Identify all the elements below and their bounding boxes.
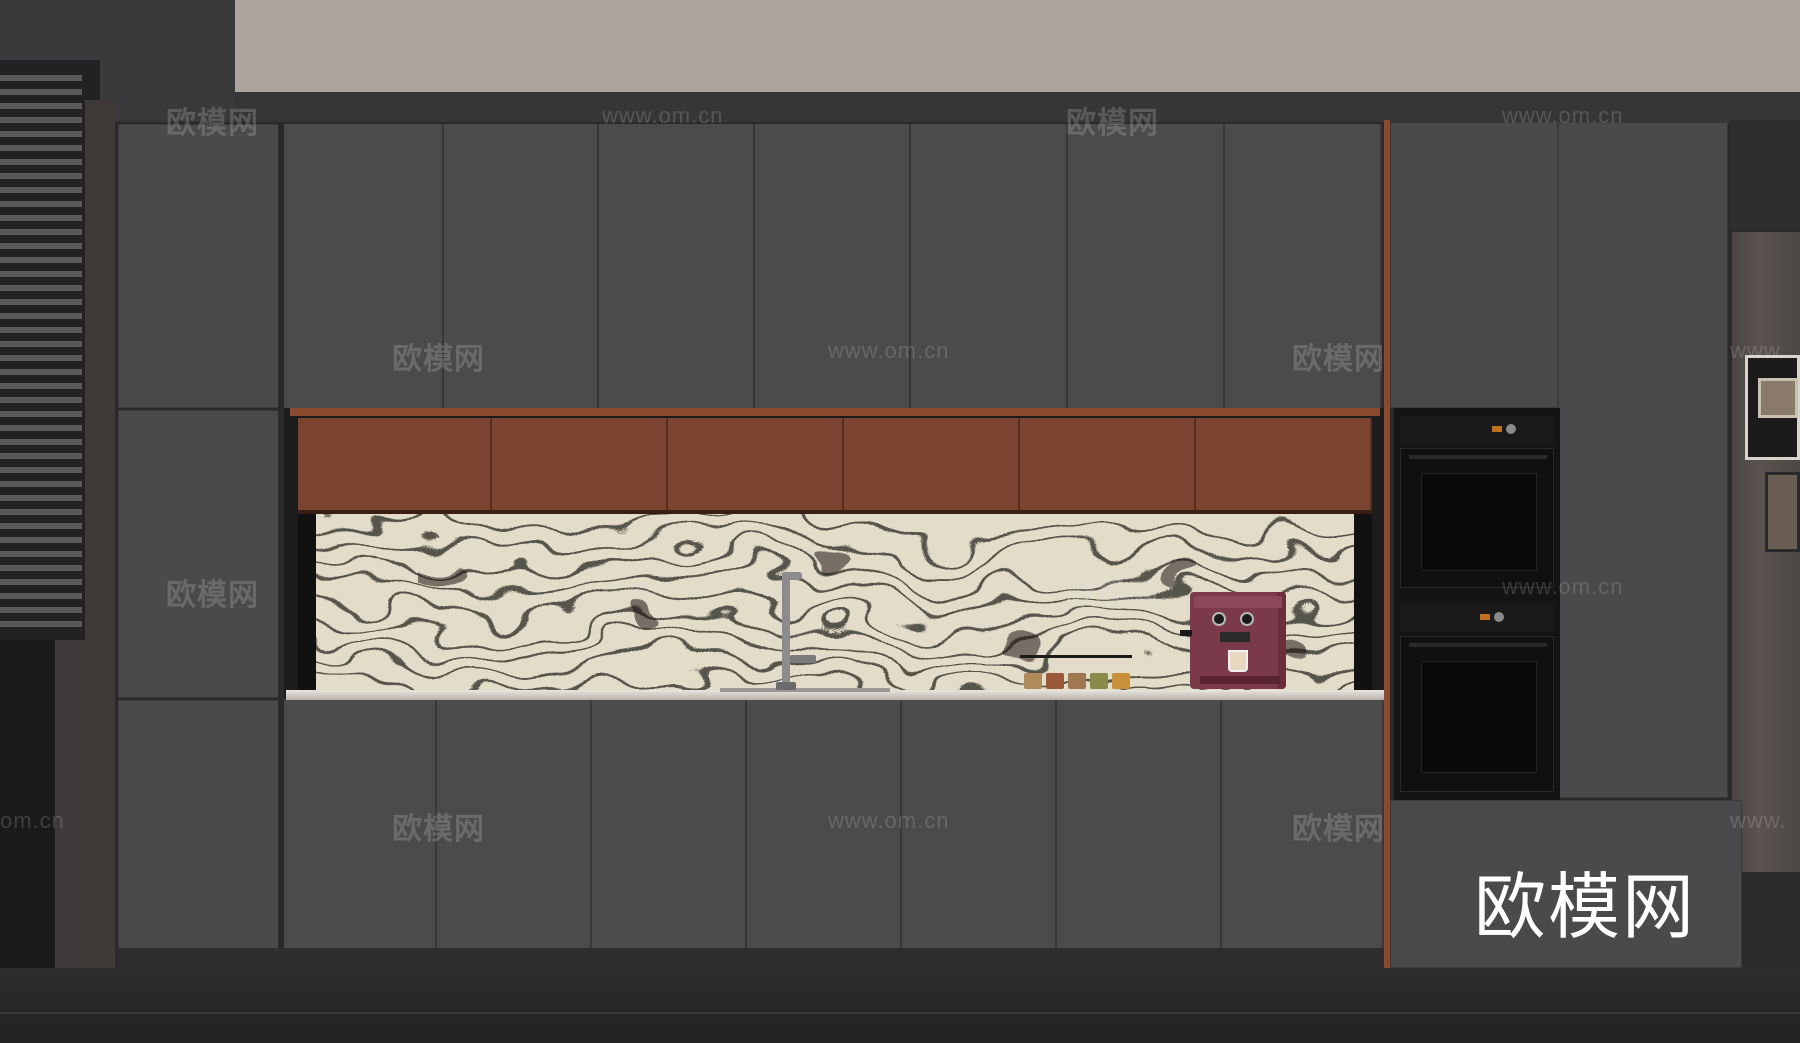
tall-cabinet-right-upper-1 — [1390, 122, 1558, 408]
right-wall — [1730, 120, 1800, 230]
toe-kick — [118, 948, 1388, 968]
watermark-brand: 欧模网 — [1292, 343, 1385, 376]
niche-top-trim — [290, 408, 1380, 416]
watermark-url: www.om.cn — [828, 338, 950, 363]
oven-2-control-strip — [1400, 604, 1554, 632]
tall-cabinet-right-upper-2 — [1558, 122, 1728, 798]
faucet — [782, 572, 790, 690]
faucet-base — [776, 682, 796, 690]
coffee-machine-gauge — [1212, 612, 1226, 626]
coffee-machine-tray — [1200, 676, 1280, 684]
tall-cabinet-left-lower — [118, 700, 280, 950]
watermark-brand: 欧模网 — [166, 107, 259, 140]
upper-door-6 — [1068, 124, 1225, 408]
wood-panel-1 — [298, 418, 492, 510]
oven-1-control-strip — [1400, 416, 1554, 444]
tall-cabinet-left-middle — [118, 410, 280, 698]
tall-cabinet-left-upper — [118, 124, 280, 408]
watermark-url-partial: www. — [1730, 808, 1787, 833]
sink-edge — [720, 688, 890, 692]
oven-1-door — [1400, 448, 1554, 588]
watermark-url-partial: om.cn — [0, 808, 65, 833]
upper-door-4 — [755, 124, 911, 408]
kitchen-render: 欧模网 www.om.cn 欧模网 www.om.cn 欧模网 www.om.c… — [0, 0, 1800, 1043]
upper-door-5 — [911, 124, 1068, 408]
spice-rack-bar — [1020, 655, 1132, 658]
coffee-machine-gauge — [1240, 612, 1254, 626]
wood-panel-5 — [1020, 418, 1196, 510]
window-blinds — [0, 75, 82, 635]
wall-art-frame-2 — [1765, 472, 1800, 552]
watermark-brand: 欧模网 — [392, 343, 485, 376]
watermark-url-partial: www. — [1730, 338, 1787, 363]
oven-2-door — [1400, 636, 1554, 792]
built-in-ovens — [1394, 408, 1560, 800]
spice-jar — [1090, 673, 1108, 689]
ceiling — [235, 0, 1800, 95]
wood-panel-2 — [492, 418, 668, 510]
base-door-6 — [1057, 700, 1222, 948]
coffee-machine — [1190, 592, 1286, 689]
watermark-brand: 欧模网 — [1292, 813, 1385, 846]
watermark-brand: 欧模网 — [392, 813, 485, 846]
spice-jar — [1024, 673, 1042, 689]
oven-2-display — [1480, 614, 1490, 620]
floor-line — [0, 1012, 1800, 1014]
spice-jar — [1046, 673, 1064, 689]
watermark-brand: 欧模网 — [1066, 579, 1159, 612]
brand-logo: 欧模网 — [1474, 865, 1697, 949]
wood-panel-6 — [1196, 418, 1372, 510]
oven-1-handle — [1409, 455, 1547, 459]
oven-1-knob — [1506, 424, 1516, 434]
watermark-url: www.om.cn — [602, 574, 724, 599]
spice-jar — [1112, 673, 1130, 689]
watermark-brand: 欧模网 — [1066, 107, 1159, 140]
wall-art — [1745, 355, 1800, 460]
watermark-url: www.om.cn — [602, 103, 724, 128]
niche-left-shadow — [298, 514, 316, 690]
faucet-handle — [790, 655, 816, 663]
wood-panel-3 — [668, 418, 844, 510]
niche-right-shadow — [1354, 514, 1372, 690]
steam-wand — [1180, 630, 1192, 636]
watermark-url: www.om.cn — [828, 808, 950, 833]
right-wood-wall — [1732, 232, 1800, 872]
base-door-3 — [592, 700, 747, 948]
oven-2-handle — [1409, 643, 1547, 647]
coffee-machine-group-head — [1220, 632, 1250, 642]
floor — [0, 968, 1800, 1043]
oven-1-display — [1492, 426, 1502, 432]
spice-jar — [1068, 673, 1086, 689]
upper-door-3 — [599, 124, 755, 408]
faucet-spout — [782, 572, 802, 580]
watermark-url: www.om.cn — [1502, 574, 1624, 599]
oven-2-window — [1421, 661, 1537, 773]
oven-1-window — [1421, 473, 1537, 571]
coffee-cup — [1228, 650, 1248, 672]
oven-2-knob — [1494, 612, 1504, 622]
watermark-url: www.om.cn — [1502, 103, 1624, 128]
watermark-brand: 欧模网 — [166, 579, 259, 612]
coffee-machine-top — [1194, 596, 1282, 608]
wood-panel-4 — [844, 418, 1020, 510]
left-pillar — [85, 100, 115, 980]
